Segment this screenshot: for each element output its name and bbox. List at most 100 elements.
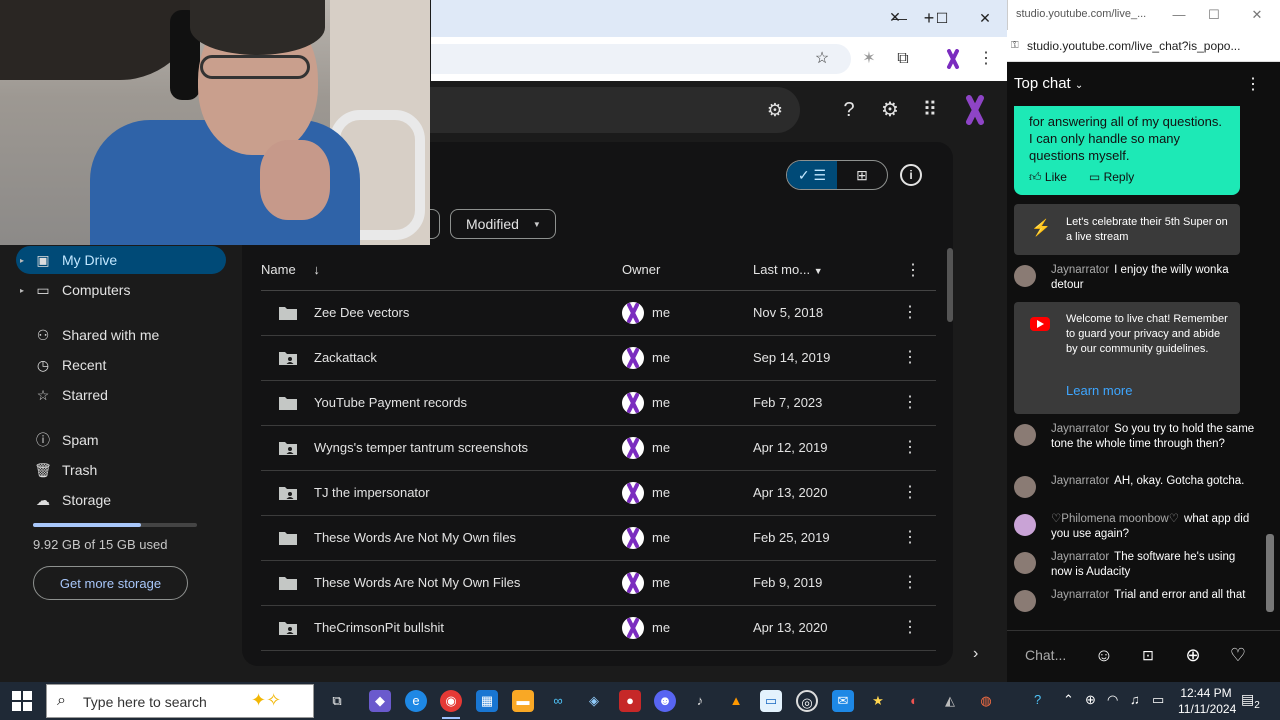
sidebar-item-storage[interactable]: ☁ Storage [16,486,226,514]
chat-menu-icon[interactable]: ⋮ [1245,74,1261,94]
vlc-icon[interactable]: ▲ [725,690,747,712]
search-options-icon[interactable]: ⚙ [762,97,788,123]
sidebar-item-spam[interactable]: ⓘ Spam [16,426,226,454]
windows-start-icon[interactable] [12,691,32,711]
column-options-icon[interactable]: ⋮ [905,260,921,280]
file-name[interactable]: TJ the impersonator [314,485,430,500]
modified-filter-chip[interactable]: Modified ▼ [450,209,556,239]
table-row[interactable]: TJ the impersonator me Apr 13, 2020 ⋮ [261,471,936,516]
sort-arrow-down-icon[interactable]: ↓ [313,262,320,277]
help-tray-icon[interactable]: ? [1034,692,1041,707]
reply-button[interactable]: ▭ Reply [1089,170,1134,185]
table-row[interactable]: These Words Are Not My Own files me Feb 25… [261,516,936,561]
avatar[interactable] [1014,552,1036,574]
browser-menu-icon[interactable]: ⋮ [976,49,996,69]
avatar[interactable] [1014,476,1036,498]
settings-gear-icon[interactable]: ⚙ [877,97,903,123]
chevron-right-icon[interactable]: › [973,645,978,663]
dropbox-icon[interactable]: ◈ [583,690,605,712]
copilot-icon[interactable]: ◆ [369,690,391,712]
like-button[interactable]: 👍︎ Like [1029,170,1067,185]
column-header-modified[interactable]: Last mo... ▼ [753,262,823,277]
infinity-app-icon[interactable]: ∞ [547,690,569,712]
expand-caret-icon[interactable]: ▸ [16,256,28,265]
sidebar-item-computers[interactable]: ▸ ▭ Computers [16,276,226,304]
file-name[interactable]: Wyngs's temper tantrum screenshots [314,440,528,455]
orange-app-icon[interactable]: ◍ [975,690,997,712]
chat-author[interactable]: Jaynarrator [1051,475,1109,487]
more-options-icon[interactable]: ⋮ [901,617,919,639]
address-bar[interactable] [431,44,851,74]
table-row[interactable]: These Words Are Not My Own Files me Feb 9,… [261,561,936,606]
avatar[interactable] [1014,514,1036,536]
top-chat-dropdown[interactable]: Top chat ⌄ [1014,75,1083,92]
more-options-icon[interactable]: ⋮ [901,572,919,594]
profile-ribbon-icon[interactable] [944,49,962,69]
heart-icon[interactable]: ♡ [1227,644,1249,666]
sidebar-item-shared[interactable]: ⚇ Shared with me [16,321,226,349]
file-explorer-icon[interactable]: ▬ [512,690,534,712]
expand-caret-icon[interactable]: ▸ [16,286,28,295]
extension-sparkle-icon[interactable]: ✶ [859,49,879,69]
edge-icon[interactable]: e [405,690,427,712]
taskbar-search-box[interactable]: ⌕ Type here to search ✦✧ [46,684,314,718]
more-options-icon[interactable]: ⋮ [901,482,919,504]
file-name[interactable]: YouTube Payment records [314,395,467,410]
column-header-owner[interactable]: Owner [622,262,660,277]
more-options-icon[interactable]: ⋮ [901,527,919,549]
file-list-scrollbar[interactable] [947,248,953,322]
chat-url-bar[interactable]: ⚿ studio.youtube.com/live_chat?is_popo..… [1007,30,1280,62]
battery-icon[interactable]: ▭ [1152,692,1164,708]
window-app-icon[interactable]: ▭ [760,690,782,712]
chat-author[interactable]: Jaynarrator [1051,423,1109,435]
bookmark-star-icon[interactable]: ☆ [812,49,832,69]
account-avatar-icon[interactable] [962,95,988,125]
emoji-icon[interactable]: ☺ [1093,644,1115,666]
star-app-icon[interactable]: ★ [867,690,889,712]
avatar[interactable] [1014,590,1036,612]
task-view-icon[interactable]: ⧉ [326,690,348,712]
more-options-icon[interactable]: ⋮ [901,392,919,414]
avatar[interactable] [1014,265,1036,287]
close-window-icon[interactable]: ✕ [975,8,995,28]
more-options-icon[interactable]: ⋮ [901,437,919,459]
help-icon[interactable]: ? [836,97,862,123]
table-row[interactable]: Wyngs's temper tantrum screenshots me Apr … [261,426,936,471]
avatar[interactable] [1014,424,1036,446]
info-icon[interactable]: i [900,164,922,186]
maximize-icon[interactable]: ☐ [932,8,952,28]
recorder-icon[interactable]: ● [619,690,641,712]
red-app-icon[interactable]: ◐ [903,690,925,712]
mail-icon[interactable]: ✉ [832,690,854,712]
drive-search-bar[interactable]: ⚙ [430,87,800,133]
notification-icon[interactable]: ▤2 [1241,691,1260,711]
chat-input[interactable]: Chat... [1025,647,1066,663]
view-toggle[interactable]: ✓ ☰ ⊞ [786,160,888,190]
celebrate-banner[interactable]: ⚡ Let's celebrate their 5th Super on a l… [1014,204,1240,255]
chat-author[interactable]: Jaynarrator [1051,264,1109,276]
volume-icon[interactable]: ♫ [1130,692,1140,707]
close-window-icon[interactable]: ✕ [1248,6,1266,24]
file-name[interactable]: TheCrimsonPit bullshit [314,620,444,635]
chat-author[interactable]: ♡Philomena moonbow♡ [1051,513,1179,525]
wifi-icon[interactable]: ◠ [1107,692,1118,708]
more-options-icon[interactable]: ⋮ [901,302,919,324]
chat-author[interactable]: Jaynarrator [1051,589,1109,601]
column-header-name[interactable]: Name ↓ [261,262,320,277]
super-chat-icon[interactable]: ⊡ [1137,644,1159,666]
list-view-button[interactable]: ✓ ☰ [787,161,837,189]
file-name[interactable]: Zackattack [314,350,377,365]
sidebar-item-my-drive[interactable]: ▸ ▣ My Drive [16,246,226,274]
sidebar-item-starred[interactable]: ☆ Starred [16,381,226,409]
table-row[interactable]: TheCrimsonPit bullshit me Apr 13, 2020 ⋮ [261,606,936,651]
chat-scrollbar[interactable] [1266,534,1274,612]
sidebar-item-trash[interactable]: 🗑 Trash [16,456,226,484]
more-options-icon[interactable]: ⋮ [901,347,919,369]
obs-icon[interactable]: ◎ [796,690,818,712]
extensions-puzzle-icon[interactable]: ⧉ [893,49,913,69]
chevron-up-icon[interactable]: ⌃ [1063,692,1074,708]
maximize-icon[interactable]: ☐ [1205,6,1223,24]
table-row[interactable]: Zee Dee vectors me Nov 5, 2018 ⋮ [261,291,936,336]
table-row[interactable]: Zackattack me Sep 14, 2019 ⋮ [261,336,936,381]
get-more-storage-button[interactable]: Get more storage [33,566,188,600]
